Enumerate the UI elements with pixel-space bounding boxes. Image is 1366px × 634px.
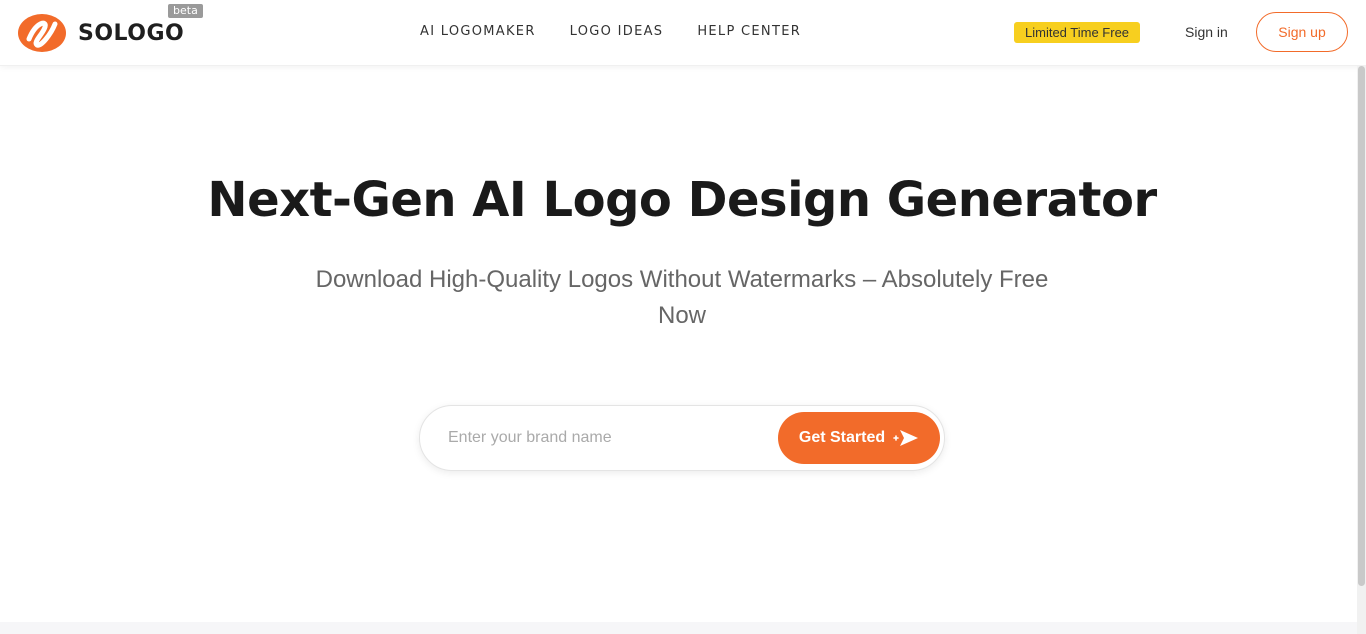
sologo-mark-icon	[18, 14, 66, 52]
brand-name-input[interactable]	[448, 420, 768, 456]
nav-ai-logomaker[interactable]: AI LOGOMAKER	[420, 24, 536, 39]
brand-search-box: Get Started	[419, 405, 945, 471]
nav-help-center[interactable]: HELP CENTER	[697, 24, 801, 39]
brand-name: SOLOGO	[78, 20, 185, 46]
sign-up-button[interactable]: Sign up	[1256, 12, 1348, 52]
hero-subtitle: Download High-Quality Logos Without Wate…	[315, 266, 1049, 329]
main-nav: AI LOGOMAKER LOGO IDEAS HELP CENTER	[420, 24, 801, 39]
hero-title: Next-Gen AI Logo Design Generator	[207, 172, 1157, 228]
brand-logo-link[interactable]: SOLOGO	[16, 12, 184, 54]
page-scrollbar[interactable]	[1357, 66, 1366, 634]
nav-logo-ideas[interactable]: LOGO IDEAS	[570, 24, 664, 39]
scrollbar-thumb[interactable]	[1358, 66, 1365, 586]
sign-in-link[interactable]: Sign in	[1185, 24, 1228, 40]
send-arrow-icon	[893, 430, 919, 446]
top-header: SOLOGO beta AI LOGOMAKER LOGO IDEAS HELP…	[0, 0, 1366, 66]
get-started-label: Get Started	[798, 429, 886, 446]
get-started-button[interactable]: Get Started	[778, 412, 940, 464]
limited-time-free-badge: Limited Time Free	[1014, 22, 1141, 43]
beta-badge: beta	[168, 4, 203, 18]
next-section-edge	[0, 622, 1357, 634]
